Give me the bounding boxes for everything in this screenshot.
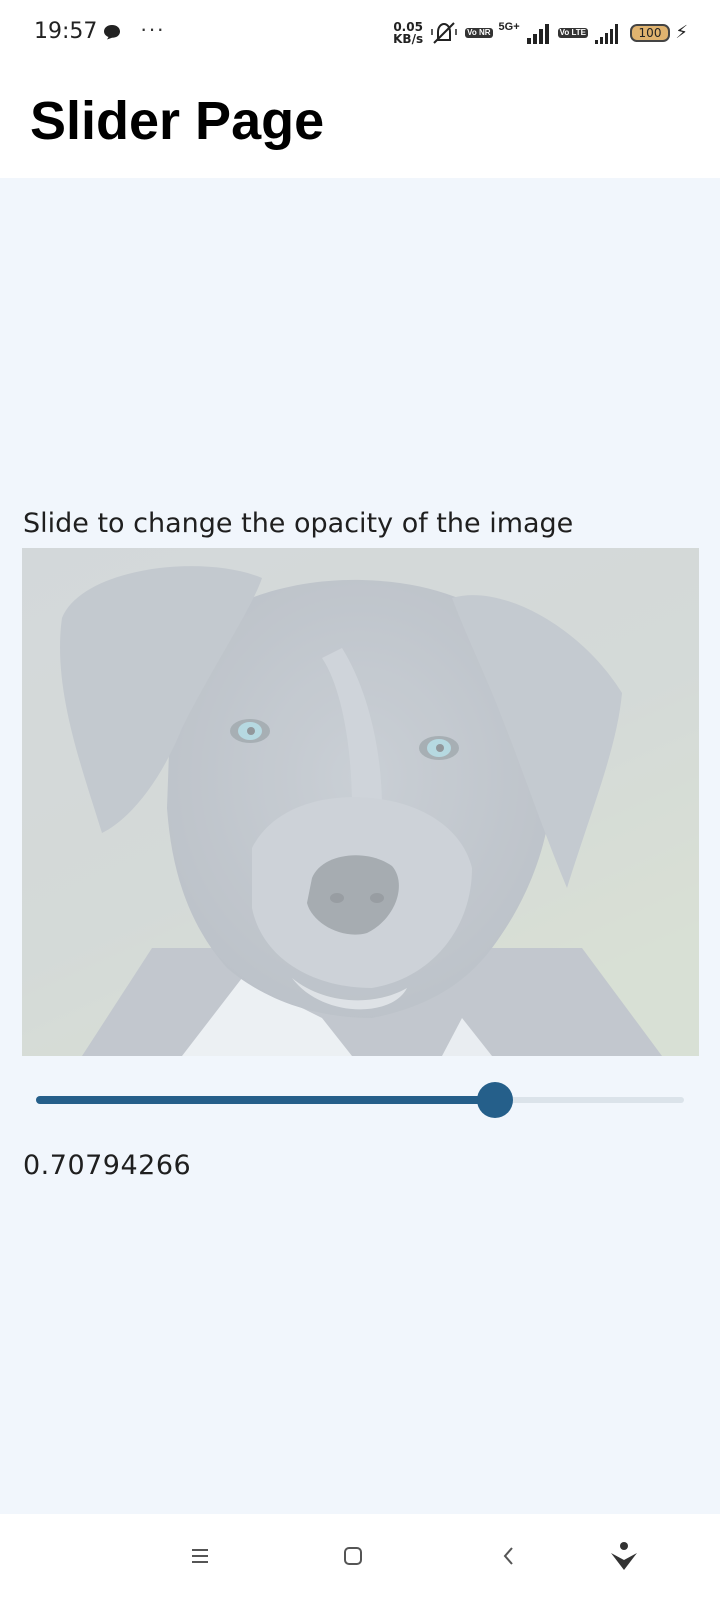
page-title: Slider Page [30,91,325,151]
back-icon [503,1547,513,1565]
dog-picture [22,548,699,1056]
assistant-button[interactable] [602,1534,646,1578]
status-icons: 0.05 KB/s Vo NR 5G+ Vo LTE 100 [393,18,670,48]
back-button[interactable] [487,1534,531,1578]
navigation-bar [0,1514,720,1600]
slider-active-track [36,1096,495,1104]
network-speed: 0.05 KB/s [393,21,423,45]
home-button[interactable] [331,1534,375,1578]
menu-icon [192,1549,208,1563]
status-bar: 19:57 ··· 0.05 KB/s Vo NR 5G+ Vo LTE 100… [0,0,720,68]
menu-button[interactable] [178,1534,222,1578]
content-area: Slide to change the opacity of the image [0,178,720,1514]
signal-icon [526,24,549,44]
slider-value-text: 0.70794266 [23,1150,192,1181]
network-type-label: 5G+ [498,21,520,33]
volte-badge: Vo LTE [557,28,588,38]
vonr-badge: Vo NR [465,28,493,38]
home-icon [344,1547,362,1565]
charging-icon: ⚡ [675,22,688,42]
dog-image [22,548,699,1056]
slider-thumb[interactable] [477,1082,513,1118]
slider-caption: Slide to change the opacity of the image [23,508,574,539]
network-speed-unit: KB/s [393,32,424,46]
mute-icon [431,22,457,44]
assistant-icon [611,1542,637,1570]
more-dots-icon: ··· [140,16,165,41]
signal-icon-2 [595,24,618,44]
opacity-slider[interactable] [36,1078,684,1122]
battery-icon: 100 [630,24,670,42]
app-bar: Slider Page [0,68,720,178]
status-time: 19:57 [34,19,98,44]
chat-bubble-icon [104,25,120,40]
